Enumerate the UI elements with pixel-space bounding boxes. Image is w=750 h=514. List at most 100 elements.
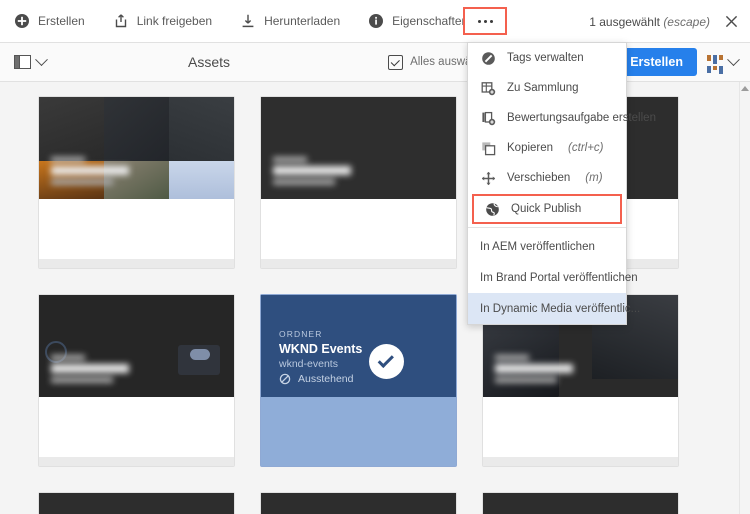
chevron-down-icon bbox=[727, 52, 740, 66]
menu-item-quick-publish-wrapper: Quick Publish bbox=[472, 194, 622, 224]
menu-item-label: Zu Sammlung bbox=[507, 82, 579, 94]
folder-path: wknd-events bbox=[279, 358, 338, 370]
create-action[interactable]: Erstellen bbox=[0, 0, 99, 43]
card-thumbnail: ORDNER WKND Events wknd-events Ausstehen… bbox=[261, 295, 456, 397]
menu-divider bbox=[468, 227, 626, 228]
download-action-label: Herunterladen bbox=[264, 14, 341, 28]
check-icon bbox=[377, 351, 394, 368]
menu-item-quick-publish[interactable]: Quick Publish bbox=[472, 194, 622, 224]
thumbnail-blurred-label bbox=[51, 157, 129, 185]
selection-status-area: 1 ausgewählt (escape) bbox=[589, 0, 740, 43]
menu-item-label: Kopieren bbox=[507, 142, 554, 154]
card-footer-bar bbox=[39, 259, 234, 268]
rail-toggle-icon bbox=[14, 55, 31, 69]
properties-action-label: Eigenschaften bbox=[392, 14, 469, 28]
review-task-icon bbox=[480, 110, 496, 126]
card-thumbnail bbox=[39, 493, 234, 514]
checkbox-checked-icon bbox=[388, 54, 404, 70]
folder-title: WKND Events bbox=[279, 342, 363, 356]
folder-metadata: ORDNER WKND Events wknd-events Ausstehen… bbox=[279, 329, 362, 385]
more-actions-button[interactable] bbox=[463, 7, 507, 35]
card-folder-wknd-events[interactable]: ORDNER WKND Events wknd-events Ausstehen… bbox=[260, 294, 457, 467]
selection-check-badge[interactable] bbox=[369, 344, 404, 379]
menu-item-im-brand-portal-veroeffentlichen[interactable]: Im Brand Portal veröffentlichen bbox=[468, 262, 638, 293]
menu-item-label: Im Brand Portal veröffentlichen bbox=[480, 271, 638, 284]
card-dark-brand-journal[interactable] bbox=[260, 96, 457, 269]
card-footer bbox=[261, 199, 456, 259]
info-circle-icon bbox=[368, 13, 384, 29]
download-icon bbox=[240, 13, 256, 29]
selection-action-bar: Erstellen Link freigeben Herunterladen E… bbox=[0, 0, 750, 43]
menu-item-label: In Dynamic Media veröffentlic... bbox=[480, 302, 641, 315]
view-switcher-button[interactable] bbox=[707, 52, 750, 74]
menu-item-label: Bewertungsaufgabe erstellen bbox=[507, 112, 656, 124]
grid-view-icon bbox=[707, 55, 723, 74]
assets-grid-container: ORDNER WKND Events wknd-events Ausstehen… bbox=[0, 82, 750, 514]
folder-status-label: Ausstehend bbox=[298, 373, 354, 385]
share-link-action-label: Link freigeben bbox=[136, 14, 213, 28]
plus-circle-icon bbox=[14, 13, 30, 29]
card-thumbnail bbox=[261, 97, 456, 199]
menu-item-shortcut: (m) bbox=[585, 172, 603, 184]
card-footer bbox=[261, 397, 456, 457]
menu-item-zu-sammlung[interactable]: Zu Sammlung bbox=[468, 73, 626, 103]
card-collage-landscapes[interactable] bbox=[38, 96, 235, 269]
menu-item-tags-verwalten[interactable]: Tags verwalten bbox=[468, 43, 626, 73]
create-action-label: Erstellen bbox=[38, 14, 85, 28]
folder-kind-label: ORDNER bbox=[279, 329, 323, 339]
menu-item-label: Quick Publish bbox=[511, 203, 582, 215]
share-link-action[interactable]: Link freigeben bbox=[99, 0, 226, 43]
menu-item-bewertungsaufgabe[interactable]: Bewertungsaufgabe erstellen bbox=[468, 103, 656, 133]
menu-item-label: Verschieben bbox=[507, 172, 571, 184]
card-thumbnail bbox=[483, 493, 678, 514]
move-icon bbox=[480, 170, 496, 186]
card-footer bbox=[483, 397, 678, 457]
chevron-down-icon bbox=[35, 52, 48, 66]
rail-toggle-button[interactable] bbox=[0, 52, 58, 69]
card-thumbnail bbox=[39, 97, 234, 199]
card-thumbnail bbox=[39, 295, 234, 397]
selection-count: 1 ausgewählt (escape) bbox=[589, 15, 710, 29]
menu-item-in-aem-veroeffentlichen[interactable]: In AEM veröffentlichen bbox=[468, 231, 626, 262]
card-footer-bar bbox=[261, 457, 456, 466]
menu-item-label: Tags verwalten bbox=[507, 52, 584, 64]
share-link-icon bbox=[113, 13, 129, 29]
unpublished-icon bbox=[279, 373, 291, 385]
card-dark-row3-2[interactable] bbox=[260, 492, 457, 514]
selection-count-text: 1 ausgewählt bbox=[589, 14, 660, 29]
tag-icon bbox=[480, 50, 496, 66]
menu-item-in-dynamic-media-veroeffentlichen[interactable]: In Dynamic Media veröffentlic... bbox=[468, 293, 640, 324]
close-icon[interactable] bbox=[722, 13, 740, 31]
menu-item-kopieren[interactable]: Kopieren (ctrl+c) bbox=[468, 133, 626, 163]
card-footer-bar bbox=[261, 259, 456, 268]
vertical-scrollbar[interactable] bbox=[739, 82, 750, 514]
card-footer-bar bbox=[39, 457, 234, 466]
aem-assets-screen: Erstellen Link freigeben Herunterladen E… bbox=[0, 0, 750, 514]
thumbnail-blurred-label bbox=[273, 157, 351, 185]
add-to-collection-icon bbox=[480, 80, 496, 96]
card-thumbnail bbox=[261, 493, 456, 514]
card-footer-bar bbox=[483, 457, 678, 466]
card-dark-row3-1[interactable] bbox=[38, 492, 235, 514]
assets-grid: ORDNER WKND Events wknd-events Ausstehen… bbox=[0, 82, 750, 514]
assets-toolbar: Assets Alles auswählen 17 von 17 Sortier… bbox=[0, 43, 750, 82]
selection-escape-hint: (escape) bbox=[663, 14, 710, 29]
menu-item-verschieben[interactable]: Verschieben (m) bbox=[468, 163, 626, 193]
thumbnail-blurred-label bbox=[495, 355, 573, 383]
page-title: Assets bbox=[188, 54, 231, 70]
card-dark-row3-3[interactable] bbox=[482, 492, 679, 514]
ellipsis-icon bbox=[477, 19, 493, 23]
globe-icon bbox=[484, 201, 500, 217]
menu-item-label: In AEM veröffentlichen bbox=[480, 240, 595, 253]
folder-status: Ausstehend bbox=[279, 373, 362, 385]
card-dark-card-diners-club[interactable] bbox=[38, 294, 235, 467]
create-button[interactable]: Erstellen bbox=[616, 48, 697, 76]
card-footer bbox=[39, 199, 234, 259]
more-actions-menu: Tags verwalten Zu Sammlung Bewertungsauf… bbox=[467, 42, 656, 325]
menu-item-shortcut: (ctrl+c) bbox=[568, 142, 604, 154]
scroll-up-caret-icon[interactable] bbox=[741, 86, 749, 91]
card-footer bbox=[39, 397, 234, 457]
copy-icon bbox=[480, 140, 496, 156]
thumbnail-blurred-label bbox=[51, 355, 129, 383]
download-action[interactable]: Herunterladen bbox=[226, 0, 354, 43]
